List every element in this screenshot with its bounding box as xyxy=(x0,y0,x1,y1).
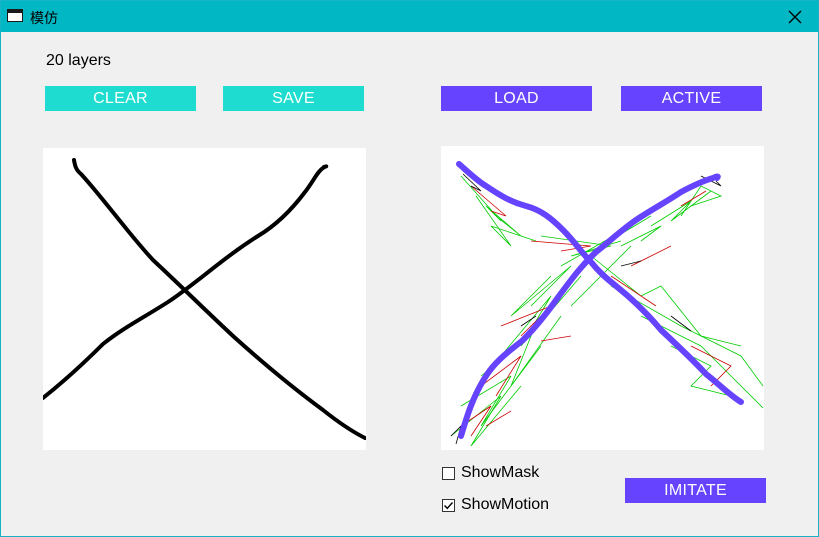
imitation-output xyxy=(450,161,764,447)
layers-count-label: 20 layers xyxy=(46,52,111,69)
save-button[interactable]: SAVE xyxy=(223,86,364,111)
show-motion-checkbox[interactable] xyxy=(442,498,455,512)
clear-button[interactable]: CLEAR xyxy=(45,86,196,111)
show-motion-option[interactable]: ShowMotion xyxy=(442,496,549,514)
imitation-canvas xyxy=(441,146,764,450)
window-title: 模仿 xyxy=(30,11,58,27)
drawn-x-strokes xyxy=(41,158,367,440)
show-mask-checkbox[interactable] xyxy=(442,466,455,480)
show-motion-label: ShowMotion xyxy=(461,496,550,513)
active-button[interactable]: ACTIVE xyxy=(621,86,762,111)
check-icon xyxy=(444,501,454,509)
load-button[interactable]: LOAD xyxy=(441,86,592,111)
close-button[interactable] xyxy=(772,1,818,32)
show-mask-label: ShowMask xyxy=(461,464,540,481)
imitate-button[interactable]: IMITATE xyxy=(625,478,766,503)
show-mask-option[interactable]: ShowMask xyxy=(442,464,539,482)
close-icon xyxy=(788,10,802,24)
drawing-canvas[interactable] xyxy=(41,148,367,450)
app-window: 模仿 20 layers CLEAR SAVE LOAD ACTIVE Show… xyxy=(0,0,819,537)
title-bar[interactable]: 模仿 xyxy=(1,1,818,32)
window-icon xyxy=(7,9,23,22)
